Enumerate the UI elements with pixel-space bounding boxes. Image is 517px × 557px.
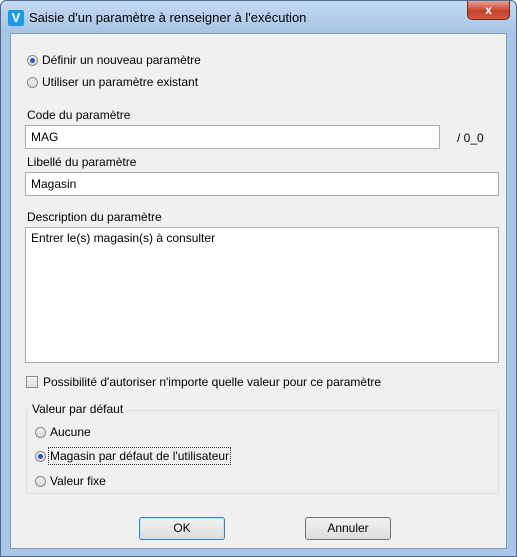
radio-default-user-store-label[interactable]: Magasin par défaut de l'utilisateur [47, 447, 232, 465]
radio-default-user-store[interactable] [35, 451, 46, 462]
radio-existing-parameter[interactable] [27, 77, 38, 88]
code-suffix: / 0_0 [457, 131, 484, 145]
radio-default-none[interactable] [35, 427, 46, 438]
radio-default-fixed[interactable] [35, 476, 46, 487]
close-button[interactable]: x [467, 1, 510, 20]
dialog-window: V Saisie d'un paramètre à renseigner à l… [0, 0, 517, 557]
dialog-body: Définir un nouveau paramètre Utiliser un… [10, 33, 507, 549]
default-value-group-title: Valeur par défaut [29, 402, 127, 416]
radio-default-fixed-label[interactable]: Valeur fixe [50, 474, 106, 488]
code-input[interactable] [25, 125, 440, 149]
code-label: Code du paramètre [27, 108, 131, 122]
description-textarea[interactable]: Entrer le(s) magasin(s) à consulter [25, 227, 499, 363]
radio-existing-parameter-label[interactable]: Utiliser un paramètre existant [42, 75, 198, 89]
allow-any-value-checkbox[interactable] [26, 376, 38, 388]
cancel-button[interactable]: Annuler [305, 517, 391, 540]
libelle-label: Libellé du paramètre [27, 155, 137, 169]
radio-new-parameter-label[interactable]: Définir un nouveau paramètre [42, 53, 201, 67]
app-logo-icon: V [8, 10, 24, 26]
allow-any-value-label[interactable]: Possibilité d'autoriser n'importe quelle… [43, 375, 381, 389]
description-label: Description du paramètre [27, 210, 162, 224]
radio-default-none-label[interactable]: Aucune [50, 425, 91, 439]
window-title: Saisie d'un paramètre à renseigner à l'e… [29, 10, 307, 25]
radio-new-parameter[interactable] [27, 55, 38, 66]
title-bar[interactable]: V Saisie d'un paramètre à renseigner à l… [1, 1, 516, 33]
ok-button[interactable]: OK [139, 517, 225, 540]
libelle-input[interactable] [25, 172, 499, 196]
